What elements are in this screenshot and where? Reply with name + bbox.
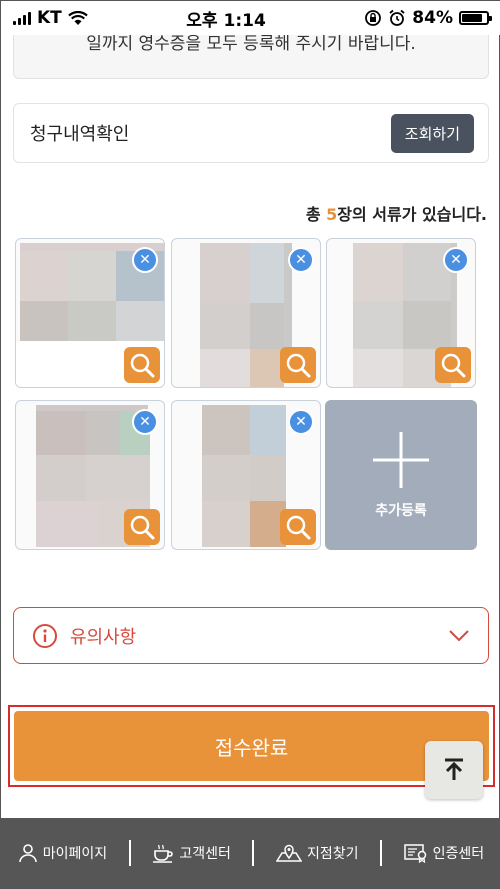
nav-mypage-label: 마이페이지	[42, 846, 108, 862]
nav-certification-center[interactable]: 인증센터	[403, 843, 485, 863]
query-button[interactable]: 조회하기	[390, 113, 474, 153]
submit-highlight: 접수완료	[8, 705, 495, 787]
alarm-icon	[389, 9, 405, 26]
certificate-icon	[403, 844, 426, 863]
zoom-icon[interactable]	[124, 347, 160, 383]
chevron-down-icon	[449, 629, 469, 641]
status-bar: KT 오후 1:14 84%	[1, 1, 500, 35]
delete-icon[interactable]: ✕	[443, 247, 469, 273]
battery-icon	[459, 11, 492, 25]
nav-divider	[128, 840, 131, 866]
caution-accordion[interactable]: 유의사항	[13, 607, 489, 664]
nav-branch-finder[interactable]: 지점찾기	[275, 843, 359, 863]
orientation-lock-icon	[365, 10, 382, 26]
document-thumbnail[interactable]: ✕	[15, 238, 165, 388]
battery-percent: 84%	[412, 8, 453, 28]
battery-fill	[462, 14, 483, 22]
info-icon	[33, 623, 57, 648]
document-thumbnail[interactable]: ✕	[171, 400, 321, 550]
scroll-top-button[interactable]	[425, 741, 483, 799]
nav-branch-finder-label: 지점찾기	[306, 846, 359, 862]
nav-mypage[interactable]: 마이페이지	[18, 843, 107, 863]
document-thumbnail[interactable]: ✕	[171, 238, 321, 388]
submit-button[interactable]: 접수완료	[14, 711, 489, 781]
carrier-label: KT	[37, 8, 62, 28]
add-document-label: 추가등록	[375, 503, 427, 519]
delete-icon[interactable]: ✕	[288, 409, 314, 435]
document-thumbnail[interactable]: ✕	[15, 400, 165, 550]
zoom-icon[interactable]	[124, 509, 160, 545]
person-icon	[18, 844, 37, 863]
document-count-prefix: 총	[305, 205, 327, 224]
caution-label: 유의사항	[70, 626, 137, 648]
signal-icon	[13, 11, 31, 25]
plus-icon	[373, 432, 429, 488]
add-document-button[interactable]: 추가등록	[325, 400, 477, 550]
nav-divider	[252, 840, 255, 866]
document-count-suffix: 장의 서류가 있습니다.	[337, 205, 487, 224]
nav-customer-center-label: 고객센터	[179, 846, 231, 862]
document-count-number: 5	[326, 205, 338, 224]
status-right: 84%	[364, 8, 492, 28]
notice-text: 일까지 영수증을 모두 등록해 주시기 바랍니다.	[86, 34, 416, 54]
claim-history-title: 청구내역확인	[30, 124, 130, 145]
wifi-icon	[68, 10, 88, 25]
status-time: 오후 1:14	[186, 10, 266, 31]
bottom-nav: 마이페이지 고객센터 지점찾기 인증센터	[1, 818, 500, 888]
zoom-icon[interactable]	[280, 347, 316, 383]
cup-icon	[153, 844, 174, 863]
delete-icon[interactable]: ✕	[132, 409, 158, 435]
document-count: 총 5장의 서류가 있습니다.	[306, 201, 487, 225]
arrow-up-icon	[445, 758, 463, 780]
nav-certification-center-label: 인증센터	[432, 846, 485, 862]
map-pin-icon	[275, 844, 302, 862]
zoom-icon[interactable]	[280, 509, 316, 545]
delete-icon[interactable]: ✕	[288, 247, 314, 273]
zoom-icon[interactable]	[435, 347, 471, 383]
claim-history-box: 청구내역확인 조회하기	[13, 103, 489, 163]
nav-customer-center[interactable]: 고객센터	[152, 843, 231, 863]
document-thumbnail[interactable]: ✕	[326, 238, 476, 388]
status-left: KT	[13, 8, 88, 28]
nav-divider	[380, 840, 383, 866]
delete-icon[interactable]: ✕	[132, 247, 158, 273]
